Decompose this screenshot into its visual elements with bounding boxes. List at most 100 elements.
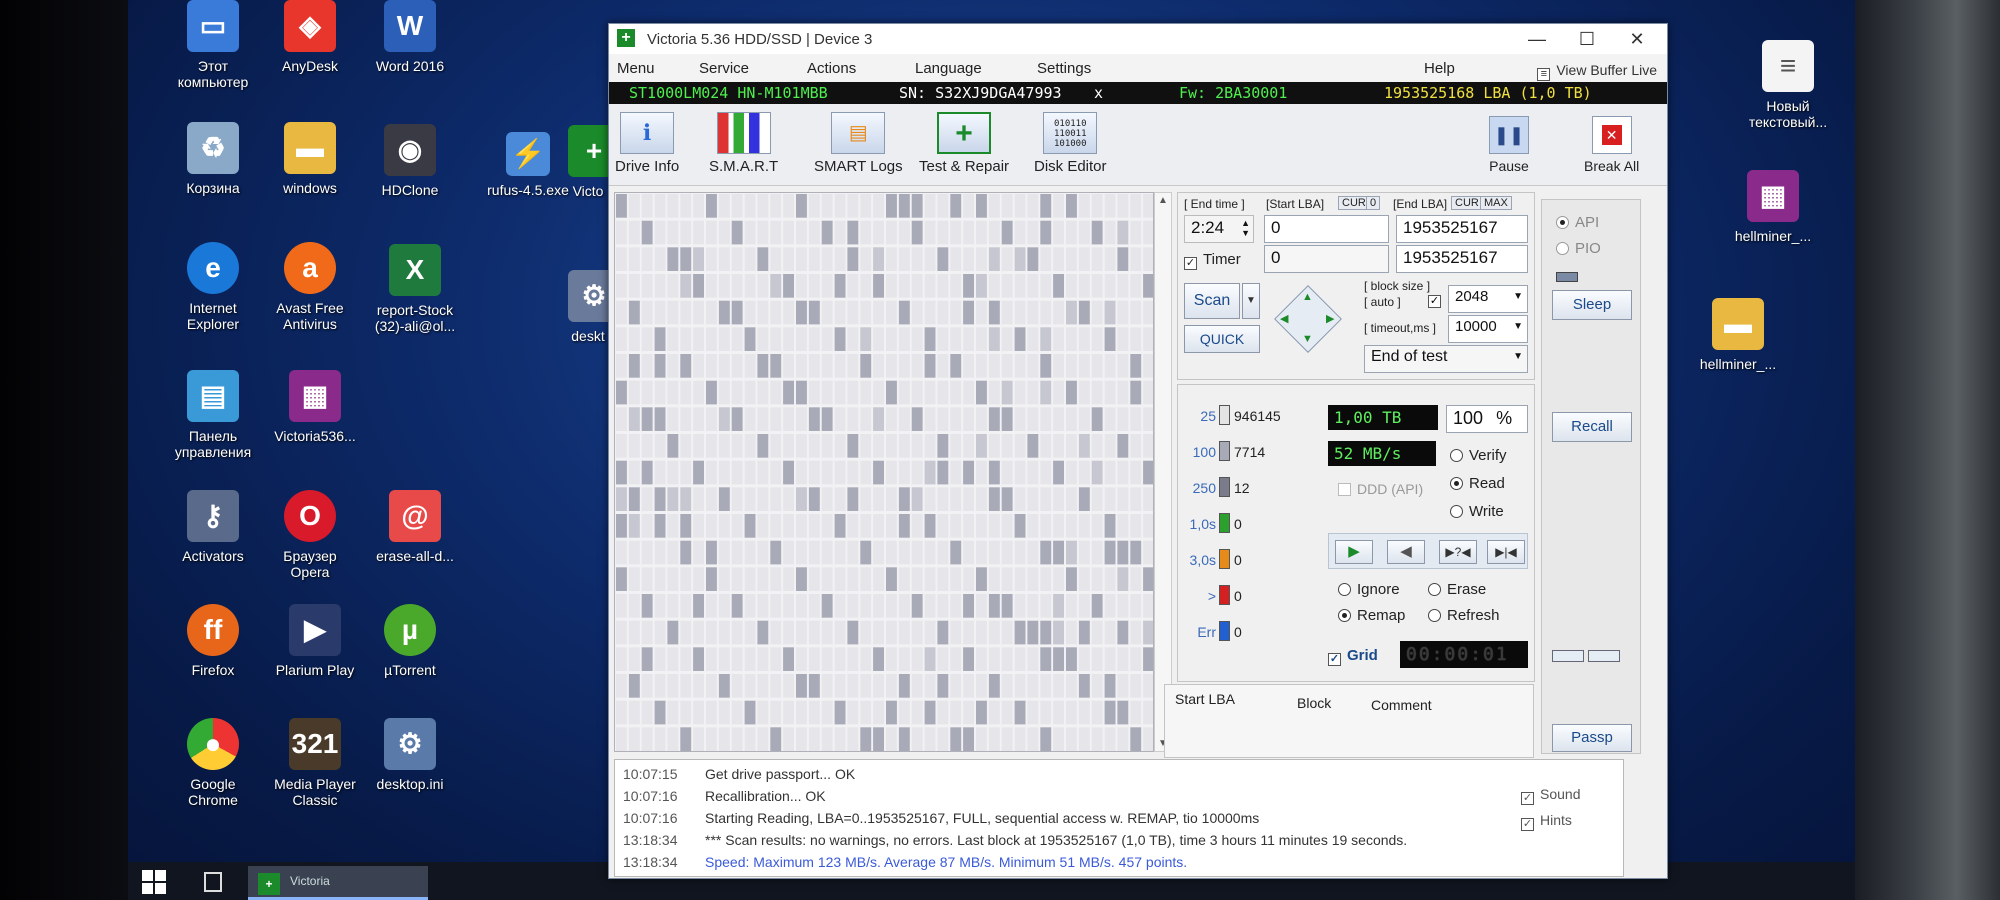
desktop-icon-opera[interactable]: O Браузер Opera — [260, 490, 360, 580]
start-button[interactable] — [142, 870, 166, 894]
drive-info-button[interactable]: ℹ Drive Info — [615, 112, 679, 175]
skip-end-button[interactable]: ▶|◀ — [1487, 540, 1525, 564]
close-button[interactable]: ✕ — [1622, 28, 1652, 50]
taskbar-victoria[interactable]: + Victoria — [248, 866, 428, 900]
desktop-icon-utorrent[interactable]: µ µTorrent — [360, 604, 460, 678]
action-remap[interactable]: Remap — [1338, 607, 1405, 624]
desktop-icon-activators[interactable]: ⚷ Activators — [163, 490, 263, 564]
menu-language[interactable]: Language — [915, 60, 982, 77]
action-refresh[interactable]: Refresh — [1428, 607, 1500, 624]
action-ignore[interactable]: Ignore — [1338, 581, 1400, 598]
desktop-icon-anydesk[interactable]: ◈ AnyDesk — [260, 0, 360, 74]
scan-dropdown-icon[interactable]: ▼ — [1242, 283, 1260, 319]
sound-toggle[interactable]: ✓ Sound — [1521, 786, 1580, 805]
api-radio-option[interactable]: API — [1556, 214, 1599, 231]
desktop-icon-report-stock[interactable]: Xreport-Stock (32)-ali@ol... — [360, 244, 470, 334]
end-lba-field-2[interactable]: 1953525167 — [1396, 245, 1528, 273]
map-block — [886, 620, 897, 645]
smart-logs-button[interactable]: ▤ SMART Logs — [814, 112, 903, 175]
break-all-button[interactable]: ✕ Break All — [1584, 116, 1639, 174]
menu-service[interactable]: Service — [699, 60, 749, 77]
block-size-select[interactable]: 2048 ▼ — [1448, 285, 1528, 313]
mode-verify[interactable]: Verify — [1450, 447, 1507, 464]
ddd-api-toggle[interactable]: DDD (API) — [1338, 481, 1423, 497]
map-block — [886, 727, 897, 751]
start-lba-zero-button[interactable]: 0 — [1366, 196, 1381, 210]
desktop-icon-avast[interactable]: a Avast Free Antivirus — [260, 242, 360, 332]
end-lba-cur-button[interactable]: CUR — [1451, 196, 1483, 210]
desktop-icon-hdclone[interactable]: ◉ HDClone — [360, 124, 460, 198]
arrow-right-icon[interactable]: ▶ — [1326, 312, 1334, 325]
desktop-icon-victoria[interactable]: + Victo — [568, 125, 608, 199]
map-block — [924, 567, 936, 591]
hints-toggle[interactable]: ✓ Hints — [1521, 812, 1572, 831]
desktop-icon-chrome[interactable]: ● Google Chrome — [163, 718, 263, 808]
desktop-icon-victoria-archive[interactable]: ▦ Victoria536... — [260, 370, 370, 444]
desktop-icon-mpc[interactable]: 321 Media Player Classic — [260, 718, 370, 808]
menu-menu[interactable]: Menu — [617, 60, 655, 77]
pause-button[interactable]: ❚❚ Pause — [1489, 116, 1529, 174]
map-block — [821, 220, 833, 245]
map-block — [988, 434, 1000, 458]
menu-actions[interactable]: Actions — [807, 60, 856, 77]
quick-button[interactable]: QUICK — [1184, 325, 1260, 353]
end-action-select[interactable]: End of test ▼ — [1364, 345, 1528, 373]
desktop-icon-recycle-bin[interactable]: ♻ Корзина — [163, 122, 263, 196]
desktop-icon-control-panel[interactable]: ▤ Панель управления — [163, 370, 263, 460]
arrow-up-icon[interactable]: ▲ — [1302, 291, 1313, 303]
arrow-left-icon[interactable]: ◀ — [1280, 312, 1288, 325]
map-block — [757, 460, 769, 485]
back-button[interactable]: ◀ — [1387, 540, 1425, 564]
map-block — [937, 300, 949, 325]
desktop-icon-erase-all[interactable]: @ erase-all-d... — [360, 490, 470, 564]
desktop-icon-firefox[interactable]: ff Firefox — [163, 604, 263, 678]
mode-read[interactable]: Read — [1450, 475, 1505, 492]
desktop-icon-desktop-ini[interactable]: ⚙ desktop.ini — [360, 718, 460, 792]
desktop-icon-windows-folder[interactable]: ▬ windows — [260, 122, 360, 196]
minimize-button[interactable]: — — [1522, 28, 1552, 50]
smart-button[interactable]: S.M.A.R.T — [709, 112, 778, 175]
map-scrollbar[interactable]: ▲ ▼ — [1154, 192, 1172, 752]
desktop-icon-hellminer-archive[interactable]: ▦ hellminer_... — [1718, 170, 1828, 244]
passport-button[interactable]: Passp — [1552, 724, 1632, 752]
auto-checkbox[interactable]: ✓ — [1428, 295, 1441, 308]
desktop-icon-rufus[interactable]: ⚡ rufus-4.5.exe — [473, 132, 583, 198]
view-buffer-live[interactable]: ≡ View Buffer Live — [1537, 62, 1657, 81]
desktop-icon-this-pc[interactable]: ▭ Этот компьютер — [163, 0, 263, 90]
end-time-field[interactable]: 2:24 ▲ ▼ — [1184, 215, 1254, 243]
pio-radio-option[interactable]: PIO — [1556, 240, 1601, 257]
mode-write[interactable]: Write — [1450, 503, 1504, 520]
desktop-icon-desktop-file[interactable]: ⚙ deskt — [568, 270, 608, 344]
timer-toggle[interactable]: ✓ Timer — [1184, 251, 1241, 270]
disk-editor-button[interactable]: 010110 110011 101000 Disk Editor — [1034, 112, 1107, 175]
desktop-icon-new-text[interactable]: ≡ Новый текстовый... — [1738, 40, 1838, 130]
log-message: *** Scan results: no warnings, no errors… — [705, 832, 1408, 848]
start-lba-field[interactable]: 0 — [1264, 215, 1389, 243]
desktop-icon-word[interactable]: W Word 2016 — [360, 0, 460, 74]
desktop-icon-hellminer-folder[interactable]: ▬ hellminer_... — [1683, 298, 1793, 372]
direction-pad[interactable]: ▲ ▼ ◀ ▶ — [1268, 279, 1348, 359]
menu-settings[interactable]: Settings — [1037, 60, 1091, 77]
end-lba-field[interactable]: 1953525167 — [1396, 215, 1528, 243]
desktop-icon-ie[interactable]: e Internet Explorer — [163, 242, 263, 332]
scan-button[interactable]: Scan — [1184, 283, 1240, 319]
sleep-button[interactable]: Sleep — [1552, 290, 1632, 320]
maximize-button[interactable]: ☐ — [1572, 28, 1602, 50]
map-block — [654, 274, 666, 298]
recall-button[interactable]: Recall — [1552, 412, 1632, 442]
timer-field[interactable]: 0 — [1264, 245, 1389, 273]
desktop-icon-plarium[interactable]: ▶ Plarium Play — [260, 604, 370, 678]
grid-toggle[interactable]: ✓ Grid — [1328, 647, 1378, 666]
menu-help[interactable]: Help — [1424, 60, 1455, 77]
action-erase[interactable]: Erase — [1428, 581, 1486, 598]
map-block — [911, 407, 923, 431]
play-button[interactable]: ▶ — [1335, 540, 1373, 564]
end-lba-max-button[interactable]: MAX — [1480, 196, 1512, 210]
timeout-select[interactable]: 10000 ▼ — [1448, 315, 1528, 343]
task-view-icon[interactable] — [204, 872, 222, 892]
skip-back-button[interactable]: ▶?◀ — [1439, 540, 1477, 564]
test-repair-button[interactable]: + Test & Repair — [919, 112, 1009, 175]
arrow-down-icon[interactable]: ▼ — [1302, 333, 1313, 345]
map-block — [1104, 220, 1116, 245]
map-block — [873, 700, 884, 725]
